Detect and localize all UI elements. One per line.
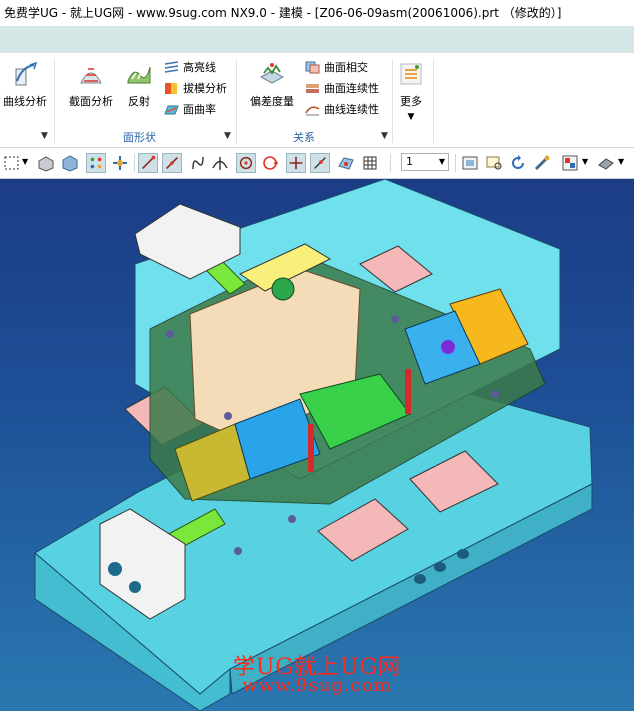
chevron-down-icon: ▼ bbox=[438, 157, 445, 166]
view-orientation-icon[interactable] bbox=[560, 153, 580, 173]
snap-points-icon[interactable] bbox=[86, 153, 106, 173]
solid-body-icon[interactable] bbox=[60, 153, 80, 173]
snap-settings-icon[interactable] bbox=[110, 153, 130, 173]
draft-analysis-label: 拔模分析 bbox=[183, 82, 227, 95]
curve-continuity-button[interactable]: 曲线连续性 bbox=[305, 100, 379, 118]
render-style-dropdown[interactable]: ▼ bbox=[618, 157, 624, 166]
zoom-window-icon[interactable] bbox=[484, 153, 504, 173]
graphics-viewport[interactable]: 学UG就上UG网 www.9sug.com bbox=[0, 179, 634, 711]
toolbar-separator bbox=[390, 154, 391, 172]
ribbon-separator bbox=[54, 59, 55, 143]
rotate-view-icon[interactable] bbox=[508, 153, 528, 173]
curve-continuity-icon bbox=[305, 105, 320, 115]
section-analysis-button[interactable]: 截面分析 bbox=[66, 61, 116, 109]
view-orientation-dropdown[interactable]: ▼ bbox=[582, 157, 588, 166]
more-icon bbox=[400, 63, 422, 85]
surface-continuity-icon bbox=[306, 83, 319, 93]
curve-analysis-button[interactable]: 曲线分析 bbox=[2, 61, 48, 109]
surface-continuity-label: 曲面连续性 bbox=[324, 82, 379, 95]
surface-continuity-button[interactable]: 曲面连续性 bbox=[305, 79, 379, 97]
reflection-icon bbox=[127, 66, 151, 84]
ribbon-separator bbox=[433, 59, 434, 143]
reflection-label: 反射 bbox=[128, 95, 150, 108]
intersection-snap-icon[interactable] bbox=[210, 153, 230, 173]
ribbon-separator bbox=[236, 59, 237, 143]
existing-point-snap-icon[interactable] bbox=[286, 153, 306, 173]
reflection-button[interactable]: 反射 bbox=[122, 61, 156, 109]
highlight-lines-button[interactable]: 高亮线 bbox=[164, 58, 216, 76]
curve-analysis-icon bbox=[15, 61, 38, 86]
pan-view-icon[interactable] bbox=[532, 153, 552, 173]
select-dropdown-arrow[interactable]: ▼ bbox=[22, 157, 28, 166]
section-analysis-label: 截面分析 bbox=[69, 95, 113, 108]
point-on-face-icon[interactable] bbox=[336, 153, 356, 173]
watermark-url: www.9sug.com bbox=[242, 675, 392, 696]
ribbon-separator bbox=[392, 59, 393, 143]
curve-continuity-label: 曲线连续性 bbox=[324, 103, 379, 116]
fit-view-icon[interactable] bbox=[460, 153, 480, 173]
more-button[interactable]: 更多 ▼ bbox=[396, 61, 426, 122]
surface-curvature-icon bbox=[164, 105, 179, 114]
highlight-lines-label: 高亮线 bbox=[183, 61, 216, 74]
section-analysis-icon bbox=[80, 68, 102, 84]
more-label: 更多 bbox=[400, 95, 422, 108]
control-point-icon[interactable] bbox=[188, 153, 208, 173]
render-style-icon[interactable] bbox=[596, 153, 616, 173]
deviation-gauge-label: 偏差度量 bbox=[250, 95, 294, 108]
ribbon-tab-strip bbox=[0, 26, 634, 53]
endpoint-snap-icon[interactable] bbox=[138, 153, 158, 173]
shape-group-dropdown[interactable]: ▼ bbox=[224, 131, 231, 141]
point-on-curve-icon[interactable] bbox=[310, 153, 330, 173]
mold-assembly-model bbox=[34, 179, 593, 711]
selection-scope-value: 1 bbox=[406, 155, 413, 168]
toolbar-separator bbox=[455, 154, 456, 172]
quadrant-snap-icon[interactable] bbox=[260, 153, 280, 173]
select-rectangle-icon[interactable] bbox=[2, 153, 22, 173]
relation-group-label: 关系 bbox=[293, 131, 315, 144]
shaded-view-icon[interactable] bbox=[36, 153, 56, 173]
curve-analysis-label: 曲线分析 bbox=[3, 95, 47, 108]
grid-icon[interactable] bbox=[360, 153, 380, 173]
arc-center-snap-icon[interactable] bbox=[236, 153, 256, 173]
relation-group-dropdown[interactable]: ▼ bbox=[381, 131, 388, 141]
selection-scope-select[interactable]: 1 ▼ bbox=[401, 153, 449, 171]
draft-analysis-icon bbox=[165, 82, 177, 94]
surface-curvature-button[interactable]: 面曲率 bbox=[164, 100, 216, 118]
ribbon: 曲线分析 ▼ 截面分析 反射 高亮线 拔模分析 面曲率 面形状 ▼ 偏差度量 曲… bbox=[0, 53, 634, 148]
window-title: 免费学UG - 就上UG网 - www.9sug.com NX9.0 - 建模 … bbox=[0, 0, 634, 26]
draft-analysis-button[interactable]: 拔模分析 bbox=[164, 79, 227, 97]
surface-intersection-icon bbox=[305, 61, 320, 73]
selection-toolbar: ▼ ▼ ▼ bbox=[0, 148, 634, 179]
deviation-gauge-button[interactable]: 偏差度量 bbox=[246, 61, 298, 109]
highlight-lines-icon bbox=[164, 60, 179, 73]
deviation-gauge-icon bbox=[259, 63, 285, 84]
shape-group-label: 面形状 bbox=[123, 131, 156, 144]
surface-curvature-label: 面曲率 bbox=[183, 103, 216, 116]
curve-group-dropdown[interactable]: ▼ bbox=[41, 131, 48, 141]
midpoint-snap-icon[interactable] bbox=[162, 153, 182, 173]
surface-intersection-button[interactable]: 曲面相交 bbox=[305, 58, 368, 76]
toolbar-separator bbox=[134, 154, 135, 172]
surface-intersection-label: 曲面相交 bbox=[324, 61, 368, 74]
more-dropdown-arrow: ▼ bbox=[407, 112, 415, 122]
